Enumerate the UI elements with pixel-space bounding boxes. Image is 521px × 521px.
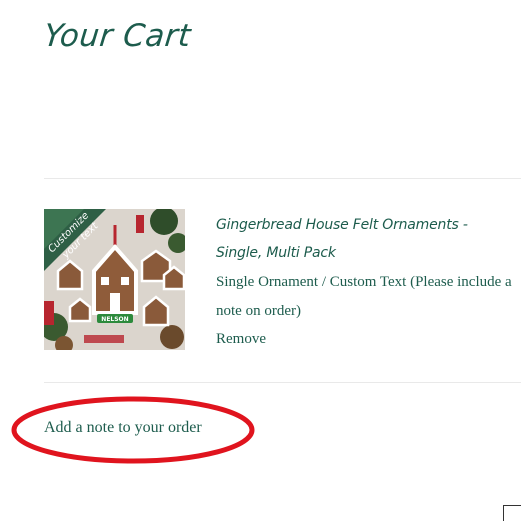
product-thumbnail[interactable]: NELSON Customize your text [44,209,185,350]
corner-bracket-icon [503,505,521,521]
remove-item-link[interactable]: Remove [216,328,266,350]
page-title: Your Cart [42,18,193,54]
ornament-tag-text: NELSON [101,316,128,323]
add-order-note-link[interactable]: Add a note to your order [44,417,202,439]
cart-divider-bottom [44,382,521,383]
ornament-product-image: NELSON Customize your text [44,209,185,350]
product-name-link[interactable]: Gingerbread House Felt Ornaments - Singl… [216,211,516,267]
product-variant: Single Ornament / Custom Text (Please in… [216,274,512,319]
cart-divider-top [44,178,521,179]
